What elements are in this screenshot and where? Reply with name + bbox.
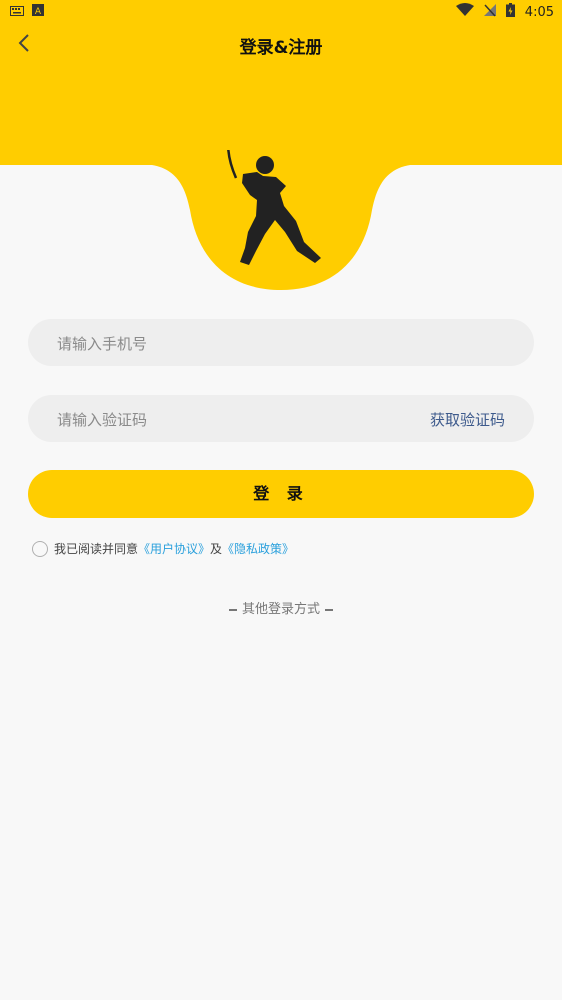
status-time: 4:05	[524, 4, 554, 20]
top-bar: 登录&注册	[0, 28, 562, 60]
dash-left	[228, 608, 237, 611]
phone-input[interactable]: 请输入手机号	[28, 319, 534, 366]
page-title: 登录&注册	[239, 38, 323, 58]
phone-placeholder: 请输入手机号	[57, 335, 148, 353]
code-placeholder: 请输入验证码	[57, 411, 148, 429]
status-bar: A 4:05	[0, 0, 562, 24]
agreement-row: 我已阅读并同意 《用户协议》 及 《隐私政策》	[32, 540, 294, 557]
agreement-prefix: 我已阅读并同意	[54, 542, 139, 556]
user-agreement-link[interactable]: 《用户协议》	[138, 540, 210, 557]
other-login-divider: 其他登录方式	[0, 598, 562, 617]
get-code-button[interactable]: 获取验证码	[430, 409, 505, 430]
wifi-icon	[455, 3, 474, 21]
svg-text:A: A	[35, 7, 42, 16]
dash-right	[325, 608, 333, 611]
header-banner	[0, 0, 562, 165]
no-signal-icon	[483, 3, 496, 21]
battery-icon	[505, 3, 515, 21]
app-a-icon: A	[32, 4, 44, 20]
keyboard-icon	[10, 5, 24, 20]
agree-checkbox[interactable]	[32, 540, 48, 557]
login-button[interactable]: 登 录	[28, 470, 534, 518]
fisherman-logo	[0, 150, 562, 290]
privacy-policy-link[interactable]: 《隐私政策》	[222, 540, 294, 557]
code-input[interactable]: 请输入验证码 获取验证码	[28, 395, 534, 442]
agreement-and: 及	[210, 542, 223, 556]
other-login-label: 其他登录方式	[241, 602, 320, 617]
